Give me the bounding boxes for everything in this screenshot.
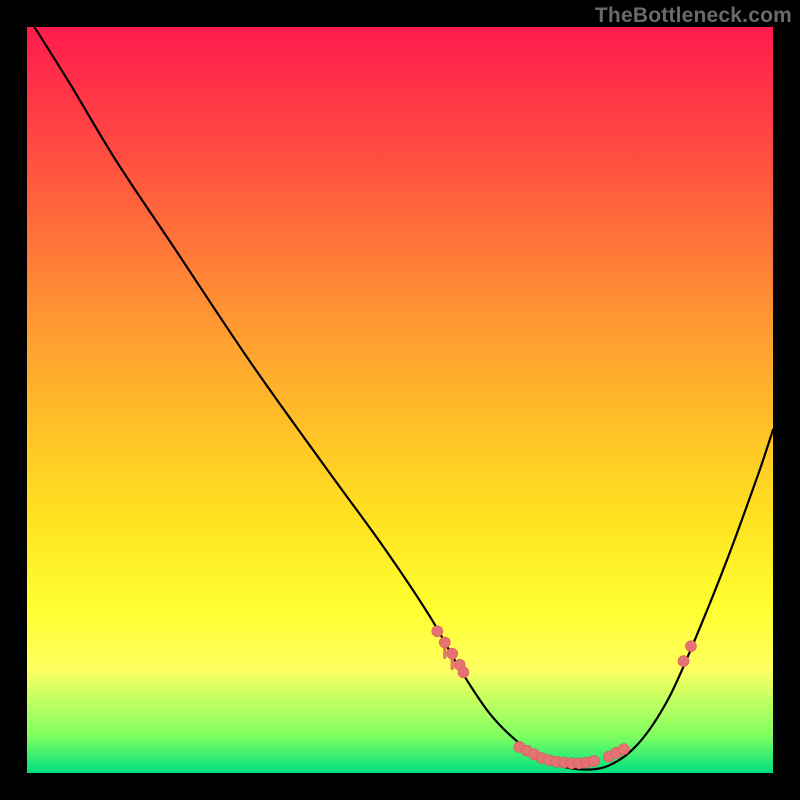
bottleneck-curve	[34, 27, 773, 770]
highlight-dot	[458, 667, 469, 678]
highlight-dot	[618, 744, 629, 755]
highlight-dot	[447, 648, 458, 659]
highlight-dot	[432, 626, 443, 637]
highlight-dot	[588, 756, 599, 767]
chart-svg	[27, 27, 773, 773]
highlight-dot	[678, 656, 689, 667]
watermark-text: TheBottleneck.com	[595, 4, 792, 28]
highlight-dots	[432, 626, 697, 769]
highlight-dot	[685, 641, 696, 652]
highlight-dot	[439, 637, 450, 648]
